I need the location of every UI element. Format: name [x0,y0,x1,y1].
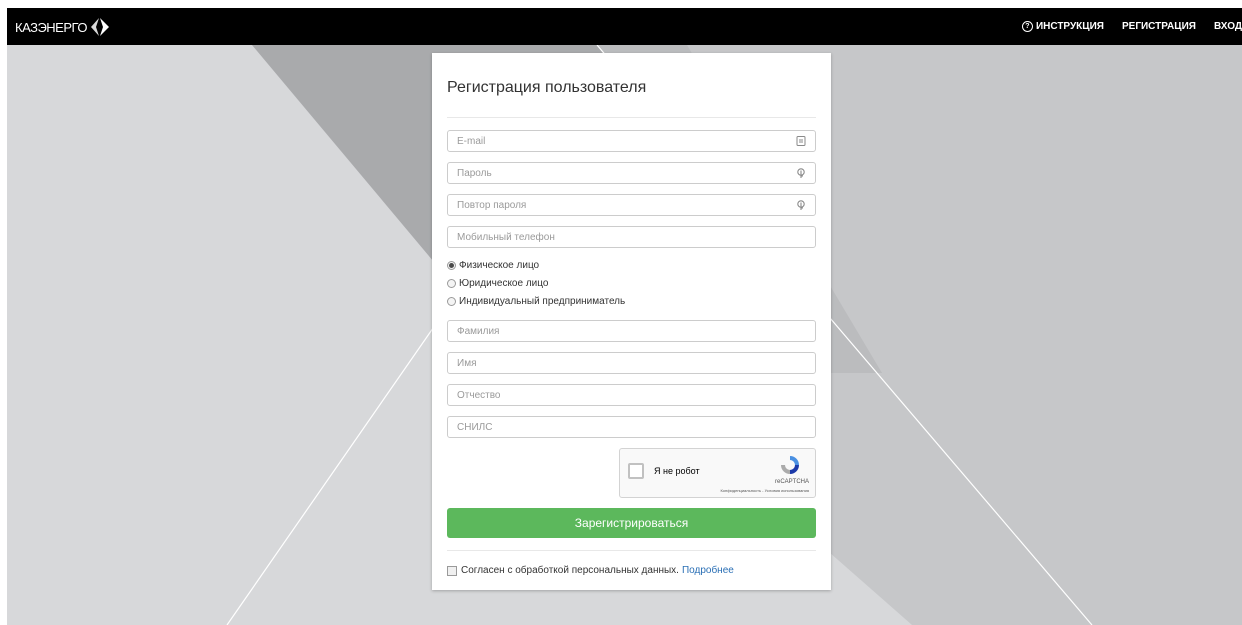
help-circle-icon: ? [1021,21,1033,32]
email-input[interactable] [448,132,787,150]
logo-mark-icon [90,18,109,36]
password-field [447,162,816,184]
middle-name-input[interactable] [448,386,787,404]
radio-label: Физическое лицо [459,260,540,271]
phone-field [447,226,816,248]
page-viewport: КАЗЭНЕРГО ? ИНСТРУКЦИЯ РЕГИСТРАЦИЯ ВХОД … [7,8,1242,625]
last-name-input[interactable] [448,322,787,340]
envelope-icon [796,136,806,146]
registration-card: Регистрация пользователя E-mail Мобильны… [432,53,831,590]
key-icon [797,168,805,178]
radio-button[interactable] [447,261,456,270]
nav-instruction[interactable]: ? ИНСТРУКЦИЯ [1021,21,1104,32]
title-divider [447,117,816,118]
logo[interactable]: КАЗЭНЕРГО [15,16,110,38]
logo-text: КАЗЭНЕРГО [15,19,87,35]
password-repeat-field [447,194,816,216]
radio-legal-entity[interactable]: Юридическое лицо [447,278,548,289]
nav-register-label: РЕГИСТРАЦИЯ [1121,21,1196,32]
first-name-field [447,352,816,374]
key-icon [797,200,805,210]
radio-label: Юридическое лицо [459,278,549,289]
nav-login-label: ВХОД [1213,21,1242,32]
consent-checkbox[interactable] [447,565,457,576]
register-button[interactable]: Зарегистрироваться [447,508,816,538]
consent-text: Согласен с обработкой персональных данны… [461,565,679,576]
radio-button[interactable] [447,297,456,306]
page-title: Регистрация пользователя [447,79,647,96]
radio-label: Индивидуальный предприниматель [459,296,626,307]
recaptcha-brand: reCAPTCHA [774,479,809,485]
more-link[interactable]: Подробнее [682,565,734,576]
snils-field [447,416,816,438]
consent-row: Согласен с обработкой персональных данны… [447,565,734,576]
password-repeat-input[interactable] [448,196,787,214]
phone-input[interactable] [448,228,787,246]
first-name-input[interactable] [448,354,787,372]
nav-instruction-label: ИНСТРУКЦИЯ [1035,21,1104,32]
email-field [447,130,816,152]
recaptcha-label: Я не робот [654,466,700,476]
password-input[interactable] [448,164,787,182]
radio-individual[interactable]: Физическое лицо [447,260,539,271]
radio-button[interactable] [447,279,456,288]
snils-input[interactable] [448,418,787,436]
footer-divider [447,550,816,551]
top-navbar: КАЗЭНЕРГО ? ИНСТРУКЦИЯ РЕГИСТРАЦИЯ ВХОД [7,8,1242,45]
last-name-field [447,320,816,342]
recaptcha-checkbox[interactable] [628,463,644,479]
recaptcha-widget: Я не робот reCAPTCHA Конфиденциальность … [619,448,816,498]
nav-register[interactable]: РЕГИСТРАЦИЯ [1122,21,1196,32]
radio-entrepreneur[interactable]: Индивидуальный предприниматель [447,296,625,307]
top-nav: ? ИНСТРУКЦИЯ РЕГИСТРАЦИЯ ВХОД [1004,8,1242,45]
recaptcha-terms[interactable]: Конфиденциальность - Условия использован… [720,488,809,493]
recaptcha-icon [781,456,799,474]
nav-login[interactable]: ВХОД [1214,21,1242,32]
middle-name-field [447,384,816,406]
